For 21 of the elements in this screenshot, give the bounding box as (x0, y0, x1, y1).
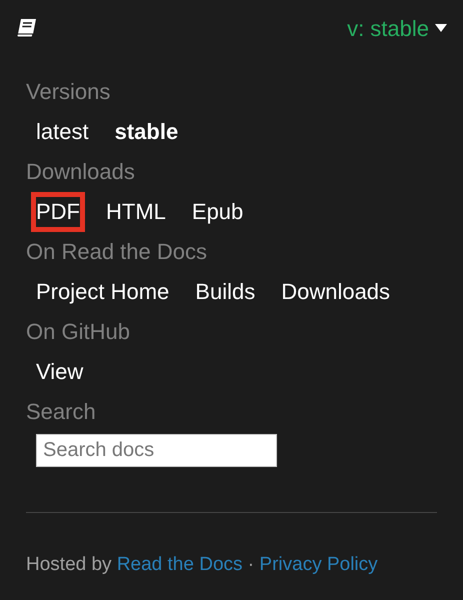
section-title: On Read the Docs (26, 238, 208, 266)
footer-text: Hosted by Read the Docs · Privacy Policy (26, 553, 379, 577)
section-title: On GitHub (26, 318, 131, 346)
flyout-link[interactable]: latest (31, 112, 94, 152)
search-field[interactable]: Search docs (36, 434, 277, 467)
flyout-link[interactable]: HTML (101, 192, 171, 232)
version-label: v: stable (347, 14, 429, 42)
section-title: Downloads (26, 158, 136, 186)
read-the-docs-link[interactable]: Read the Docs (116, 554, 243, 575)
flyout-link[interactable]: stable (110, 112, 184, 152)
privacy-policy-link[interactable]: Privacy Policy (259, 554, 378, 575)
flyout-link[interactable]: Downloads (276, 272, 396, 312)
book-icon (16, 18, 38, 38)
caret-icon (435, 24, 447, 32)
flyout-link[interactable]: View (31, 352, 88, 392)
flyout-link[interactable]: Epub (186, 192, 248, 232)
section-title: Search (26, 398, 97, 426)
flyout-link[interactable]: PDF (31, 192, 85, 232)
flyout-link[interactable]: Project Home (31, 272, 174, 312)
flyout-link[interactable]: Builds (190, 272, 260, 312)
section-title: Versions (26, 78, 112, 106)
